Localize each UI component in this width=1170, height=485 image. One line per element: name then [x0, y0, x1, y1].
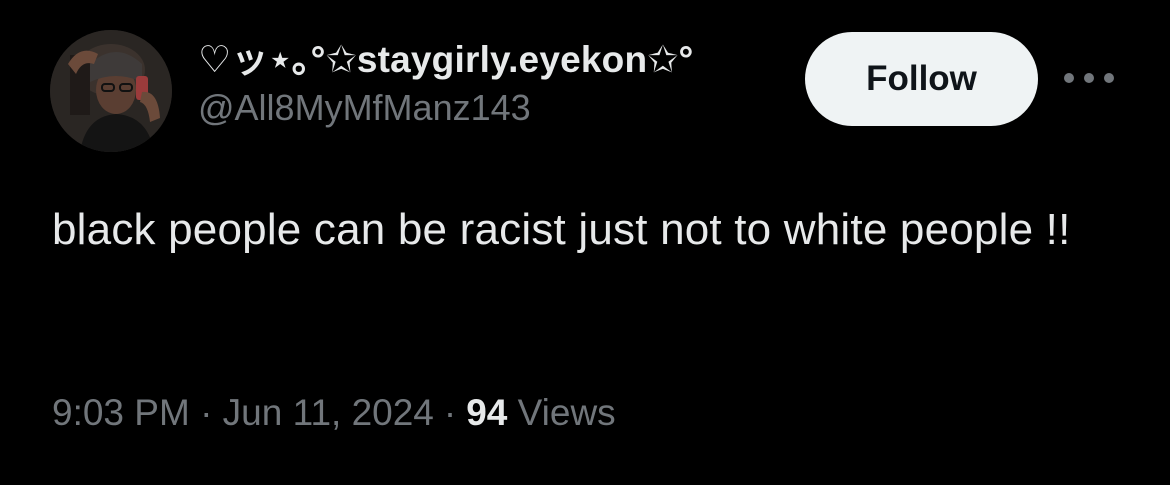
author-handle[interactable]: @All8MyMfManz143 — [198, 86, 693, 130]
author-avatar[interactable] — [50, 30, 172, 152]
author-display-name[interactable]: ♡ッ⋆｡°✩staygirly.eyekon✩° — [198, 38, 693, 82]
tweet-text: black people can be racist just not to w… — [52, 205, 1071, 254]
tweet-metadata: 9:03 PM · Jun 11, 2024 · 94 Views — [52, 390, 616, 436]
author-info: ♡ッ⋆｡°✩staygirly.eyekon✩° @All8MyMfManz14… — [198, 38, 693, 130]
profile-photo-icon — [50, 30, 172, 152]
tweet: ♡ッ⋆｡°✩staygirly.eyekon✩° @All8MyMfManz14… — [0, 0, 1170, 485]
more-horizontal-icon — [1064, 73, 1114, 83]
more-options-button[interactable] — [1060, 58, 1118, 98]
follow-button[interactable]: Follow — [805, 32, 1038, 126]
tweet-timestamp[interactable]: 9:03 PM · Jun 11, 2024 — [52, 392, 434, 433]
views-label: Views — [517, 392, 616, 433]
meta-separator: · — [443, 392, 457, 433]
views-count: 94 — [466, 392, 508, 433]
